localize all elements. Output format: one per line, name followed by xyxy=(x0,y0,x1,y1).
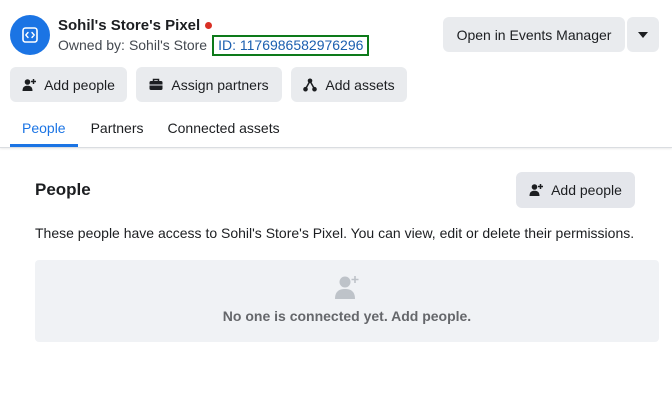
owner-row: Owned by: Sohil's Store ID: 117698658297… xyxy=(58,34,370,56)
open-in-events-manager-button[interactable]: Open in Events Manager xyxy=(443,17,625,52)
add-person-icon xyxy=(529,183,544,197)
open-in-events-manager-label: Open in Events Manager xyxy=(456,26,612,43)
more-options-dropdown-button[interactable] xyxy=(627,17,659,52)
asset-header-card: Sohil's Store's Pixel Owned by: Sohil's … xyxy=(0,0,672,148)
add-assets-button[interactable]: Add assets xyxy=(291,67,407,102)
people-section-title: People xyxy=(35,180,91,199)
add-people-label: Add people xyxy=(44,76,115,93)
pixel-id[interactable]: ID: 1176986582976296 xyxy=(212,34,370,56)
assign-partners-button[interactable]: Assign partners xyxy=(136,67,282,102)
people-description: These people have access to Sohil's Stor… xyxy=(35,225,635,241)
tab-bar: People Partners Connected assets xyxy=(10,108,292,147)
owned-by-label: Owned by: xyxy=(58,37,125,53)
caret-down-icon xyxy=(637,31,649,39)
add-people-button[interactable]: Add people xyxy=(10,67,127,102)
add-people-section-label: Add people xyxy=(551,182,622,198)
owner-name: Sohil's Store xyxy=(128,37,208,53)
code-icon xyxy=(10,15,50,55)
person-placeholder-icon xyxy=(334,274,360,300)
empty-state: No one is connected yet. Add people. xyxy=(35,260,659,342)
add-people-section-button[interactable]: Add people xyxy=(516,172,635,208)
tab-partners[interactable]: Partners xyxy=(78,108,156,147)
tab-connected-assets[interactable]: Connected assets xyxy=(156,108,292,147)
add-assets-label: Add assets xyxy=(325,76,395,93)
tab-people[interactable]: People xyxy=(10,108,78,147)
title-row: Sohil's Store's Pixel xyxy=(58,15,213,35)
status-dot-icon xyxy=(205,22,213,29)
assign-partners-label: Assign partners xyxy=(171,76,269,93)
empty-state-message: No one is connected yet. Add people. xyxy=(222,308,472,324)
briefcase-icon xyxy=(149,78,163,91)
network-icon xyxy=(303,78,318,92)
page-title: Sohil's Store's Pixel xyxy=(58,16,201,34)
add-person-icon xyxy=(22,78,37,92)
